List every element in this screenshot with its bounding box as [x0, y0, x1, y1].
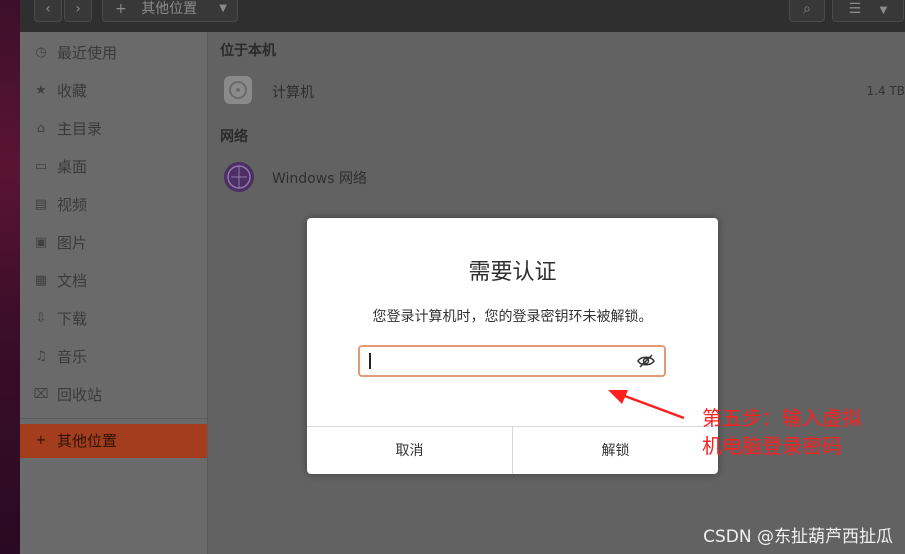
sidebar-item-other-locations[interactable]: + 其他位置: [20, 424, 207, 458]
location-row-computer[interactable]: 计算机 1.4 TB: [208, 70, 905, 114]
watermark: CSDN @东扯葫芦西扯瓜: [703, 527, 893, 547]
document-icon: ▦: [34, 273, 48, 288]
password-field[interactable]: [358, 345, 666, 377]
sidebar-item-label: 最近使用: [57, 44, 118, 62]
sidebar-divider: [20, 418, 207, 419]
picture-icon: ▣: [34, 235, 48, 250]
dialog-title: 需要认证: [468, 260, 557, 285]
download-icon: ⇩: [35, 311, 47, 326]
text-caret: [369, 353, 371, 369]
desktop-icon: ▭: [34, 159, 48, 174]
forward-button[interactable]: ›: [64, 0, 92, 22]
section-local: 位于本机: [220, 43, 276, 59]
recent-icon: ◷: [35, 45, 47, 60]
sidebar-item-pictures[interactable]: ▣ 图片: [20, 226, 207, 260]
dropdown-icon: ▼: [219, 3, 227, 14]
search-button[interactable]: ⌕: [789, 0, 825, 22]
plus-icon: +: [35, 433, 47, 448]
sidebar-item-label: 下载: [57, 310, 88, 328]
reveal-password-icon[interactable]: [636, 351, 656, 371]
computer-label: 计算机: [272, 85, 314, 101]
annotation-text: 第五步：输入虚拟 机电脑登录密码: [702, 404, 902, 460]
dialog-message: 您登录计算机时，您的登录密钥环未被解锁。: [372, 309, 653, 325]
music-icon: ♫: [35, 349, 47, 364]
computer-size: 1.4 TB: [866, 84, 905, 98]
trash-icon: ⌧: [33, 387, 49, 402]
sidebar-item-desktop[interactable]: ▭ 桌面: [20, 150, 207, 184]
star-icon: ★: [35, 83, 47, 98]
sidebar-item-label: 图片: [57, 234, 88, 252]
network-icon: [224, 162, 254, 192]
sidebar-item-documents[interactable]: ▦ 文档: [20, 264, 207, 298]
path-label: 其他位置: [141, 1, 198, 17]
sidebar-item-music[interactable]: ♫ 音乐: [20, 340, 207, 374]
sidebar-item-downloads[interactable]: ⇩ 下载: [20, 302, 207, 336]
back-button[interactable]: ‹: [34, 0, 62, 22]
path-button[interactable]: + 其他位置 ▼: [102, 0, 238, 22]
sidebar-item-label: 视频: [57, 196, 88, 214]
section-network: 网络: [220, 129, 248, 145]
unlock-button[interactable]: 解锁: [513, 427, 718, 474]
search-icon: ⌕: [803, 1, 811, 17]
annotation-arrow: [608, 390, 685, 420]
auth-dialog: 需要认证 您登录计算机时，您的登录密钥环未被解锁。 取消 解锁: [307, 218, 718, 474]
video-icon: ▤: [34, 197, 48, 212]
sidebar-item-label: 回收站: [57, 386, 103, 404]
location-row-windows-network[interactable]: Windows 网络: [208, 156, 905, 200]
sidebar: ◷ 最近使用 ★ 收藏 ⌂ 主目录 ▭ 桌面 ▤ 视频 ▣ 图片 ▦ 文档 ⇩: [20, 32, 208, 554]
sidebar-item-label: 桌面: [57, 158, 88, 176]
view-button[interactable]: ☰ ▼: [832, 0, 904, 22]
sidebar-item-label: 音乐: [57, 348, 88, 366]
sidebar-item-recent[interactable]: ◷ 最近使用: [20, 36, 207, 70]
header-bar: ‹ › + 其他位置 ▼ ⌕ ☰ ▼: [20, 0, 905, 32]
home-icon: ⌂: [36, 121, 46, 136]
sidebar-item-videos[interactable]: ▤ 视频: [20, 188, 207, 222]
cancel-button[interactable]: 取消: [307, 427, 513, 474]
sidebar-item-starred[interactable]: ★ 收藏: [20, 74, 207, 108]
dialog-buttons: 取消 解锁: [307, 426, 718, 474]
sidebar-item-label: 主目录: [57, 120, 103, 138]
annotation-line-1: 第五步：输入虚拟: [702, 406, 862, 430]
sidebar-item-label: 其他位置: [57, 432, 118, 450]
sidebar-item-home[interactable]: ⌂ 主目录: [20, 112, 207, 146]
plus-icon: +: [115, 1, 127, 17]
chevron-left-icon: ‹: [45, 1, 51, 17]
annotation-line-2: 机电脑登录密码: [702, 434, 842, 458]
desktop-background: [0, 0, 20, 554]
sidebar-item-label: 收藏: [57, 82, 88, 100]
chevron-right-icon: ›: [75, 1, 81, 17]
sidebar-item-trash[interactable]: ⌧ 回收站: [20, 378, 207, 412]
sidebar-item-label: 文档: [57, 272, 88, 290]
network-label: Windows 网络: [272, 171, 367, 187]
chevron-down-icon: ▼: [879, 5, 888, 16]
drive-icon: [224, 76, 252, 104]
list-view-icon: ☰: [848, 1, 862, 17]
